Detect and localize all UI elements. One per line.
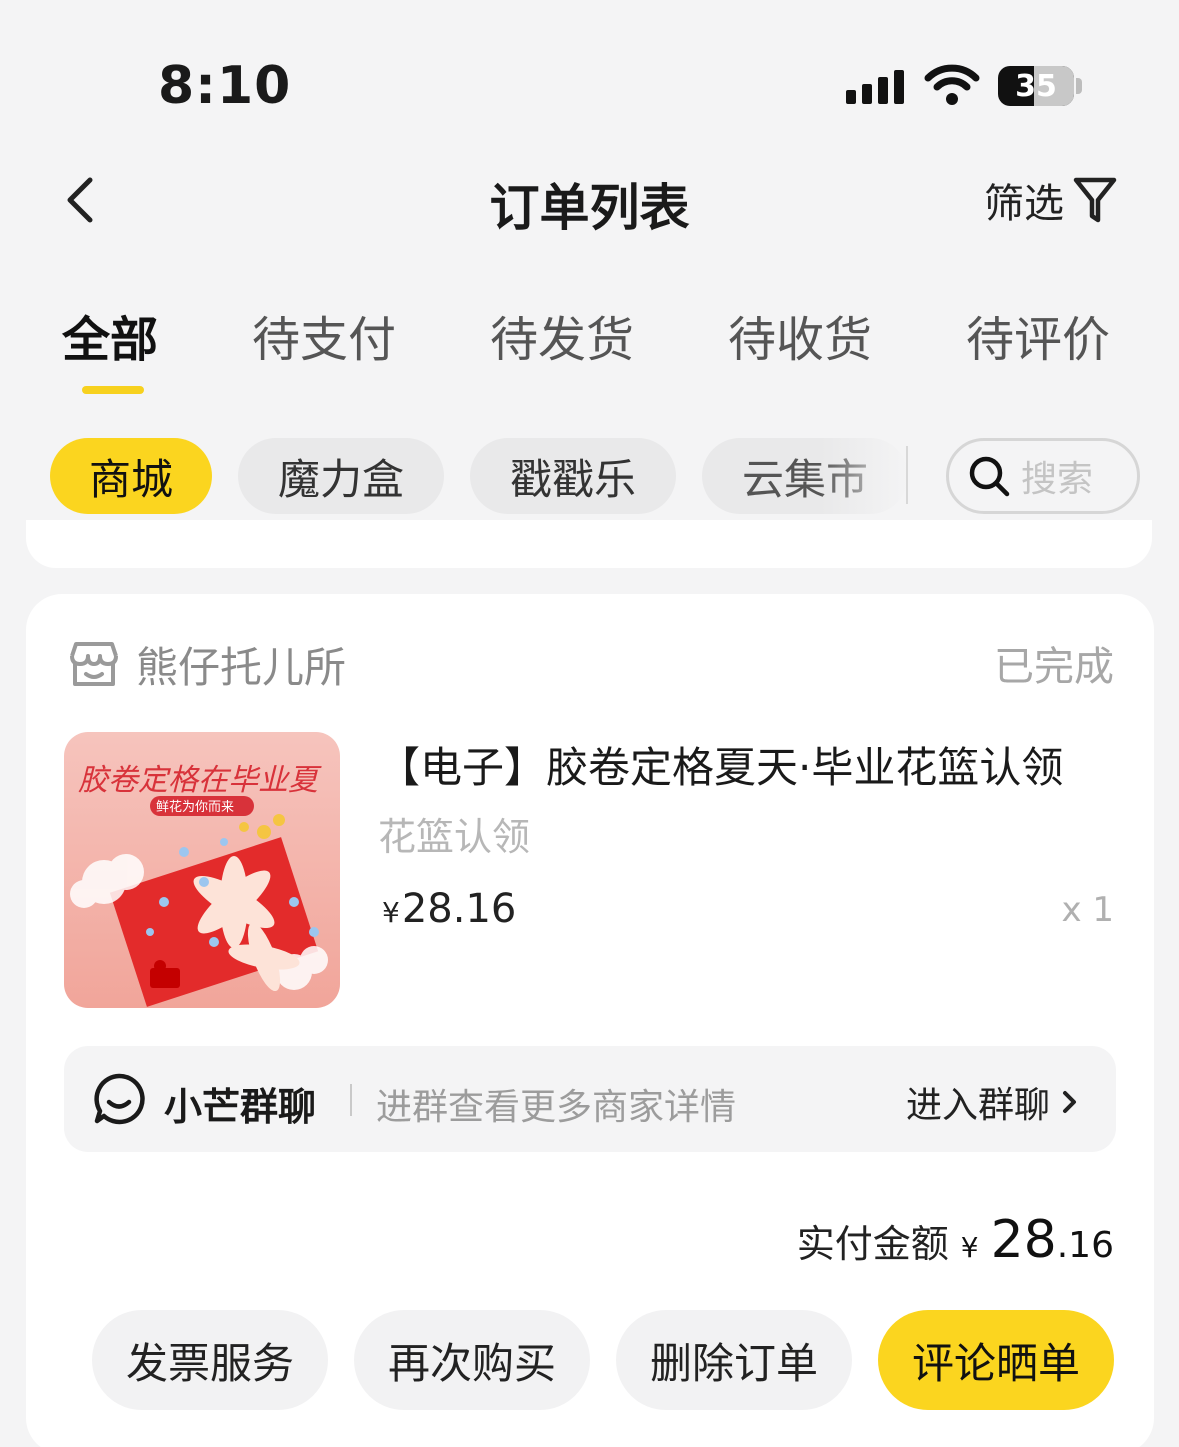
order-status: 已完成 xyxy=(994,644,1114,690)
shop-header[interactable]: 熊仔托儿所 xyxy=(66,634,346,694)
total-label: 实付金额 xyxy=(796,1222,949,1266)
tab-pending-payment[interactable]: 待支付 xyxy=(252,300,396,370)
product-title[interactable]: 【电子】胶卷定格夏天·毕业花篮认领 xyxy=(378,734,1118,795)
delete-order-button[interactable]: 删除订单 xyxy=(616,1310,852,1410)
filter-button[interactable]: 筛选 xyxy=(984,170,1118,230)
wifi-icon xyxy=(924,64,980,105)
chat-name: 小芒群聊 xyxy=(164,1085,317,1129)
chat-bubble-icon xyxy=(94,1073,145,1125)
chat-description: 进群查看更多商家详情 xyxy=(376,1087,737,1128)
category-chips: 商城 魔力盒 戳戳乐 云集市 搜索 xyxy=(0,438,1179,518)
status-time: 8:10 xyxy=(158,56,292,116)
invoice-service-button[interactable]: 发票服务 xyxy=(92,1310,328,1410)
chevron-right-icon xyxy=(1063,1091,1076,1113)
order-status-tabs: 全部 待支付 待发货 待收货 待评价 xyxy=(0,300,1179,400)
store-icon xyxy=(70,642,118,686)
price-value: 28.16 xyxy=(401,886,517,932)
chip-poke-game[interactable]: 戳戳乐 xyxy=(470,438,676,514)
search-input[interactable]: 搜索 xyxy=(946,438,1140,514)
tab-all[interactable]: 全部 xyxy=(62,300,158,370)
thumb-subtitle: 鲜花为你而来 xyxy=(156,799,234,815)
tab-pending-shipment[interactable]: 待发货 xyxy=(490,300,634,370)
active-tab-indicator xyxy=(82,386,144,394)
battery-level: 35 xyxy=(1015,69,1057,104)
search-placeholder: 搜索 xyxy=(1021,459,1094,500)
total-integer: 28 xyxy=(990,1210,1057,1270)
tab-pending-receipt[interactable]: 待收货 xyxy=(728,300,872,370)
funnel-icon xyxy=(1073,177,1117,223)
chat-divider xyxy=(350,1084,352,1116)
order-card[interactable]: 熊仔托儿所 已完成 胶卷定格在毕业夏 鲜花为你而来 【电子】胶卷定格夏天·毕业花… xyxy=(26,594,1154,1447)
battery-tip xyxy=(1076,78,1082,94)
group-chat-banner[interactable]: 小芒群聊 进群查看更多商家详情 进入群聊 xyxy=(64,1046,1116,1152)
shop-name[interactable]: 熊仔托儿所 xyxy=(136,634,346,695)
product-spec: 花篮认领 xyxy=(378,815,531,859)
search-icon xyxy=(969,456,1010,497)
chip-divider xyxy=(906,446,908,504)
write-review-button[interactable]: 评论晒单 xyxy=(878,1310,1114,1410)
order-actions: 发票服务 再次购买 删除订单 评论晒单 xyxy=(26,1310,1154,1410)
product-quantity: x 1 xyxy=(1061,890,1114,930)
product-image: 胶卷定格在毕业夏 鲜花为你而来 xyxy=(64,732,340,1008)
order-list-screen: 8:10 35 订单列表 筛选 全部 待支付 待发货 待收货 待评价 商城 魔力… xyxy=(0,0,1179,1447)
enter-chat-button[interactable]: 进入群聊 xyxy=(906,1076,1080,1128)
chip-fade-overlay xyxy=(820,438,910,514)
order-total: 实付金额 ¥28.16 xyxy=(797,1210,1114,1270)
previous-order-card xyxy=(26,520,1152,568)
status-bar: 8:10 35 xyxy=(0,0,1179,130)
product-price: ¥28.16 xyxy=(382,886,516,932)
price-currency: ¥ xyxy=(382,896,400,929)
enter-chat-label: 进入群聊 xyxy=(905,1085,1050,1126)
product-thumbnail[interactable]: 胶卷定格在毕业夏 鲜花为你而来 xyxy=(64,732,340,1008)
cellular-signal-icon xyxy=(846,68,904,104)
buy-again-button[interactable]: 再次购买 xyxy=(354,1310,590,1410)
chip-mall[interactable]: 商城 xyxy=(50,438,212,514)
chip-magic-box[interactable]: 魔力盒 xyxy=(238,438,444,514)
total-decimal: .16 xyxy=(1056,1225,1114,1266)
battery-icon: 35 xyxy=(998,66,1074,106)
tab-pending-review[interactable]: 待评价 xyxy=(966,300,1110,370)
total-currency: ¥ xyxy=(960,1231,979,1264)
thumb-title: 胶卷定格在毕业夏 xyxy=(78,763,322,798)
filter-label: 筛选 xyxy=(984,181,1064,227)
